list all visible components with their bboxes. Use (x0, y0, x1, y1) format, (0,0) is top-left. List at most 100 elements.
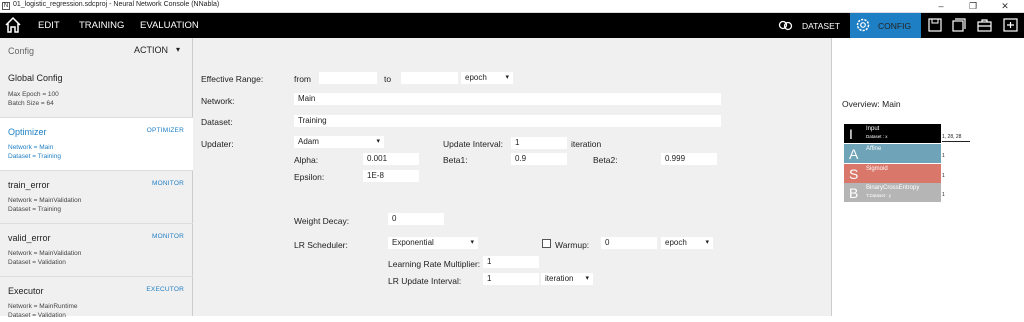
range-unit-select[interactable]: epoch ▾ (461, 72, 513, 84)
update-interval-unit: iteration (571, 139, 602, 149)
dataset-icon[interactable] (778, 19, 794, 32)
home-icon[interactable] (4, 16, 22, 34)
lr-scheduler-select[interactable]: Exponential ▾ (388, 237, 478, 249)
config-button[interactable]: CONFIG (850, 13, 921, 38)
sidebar-item-detail: Batch Size = 64 (8, 100, 54, 107)
network-label: Network: (201, 96, 235, 106)
warmup-input[interactable]: 0 (601, 237, 657, 249)
menu-training[interactable]: TRAINING (79, 20, 124, 31)
maximize-button[interactable]: ❐ (958, 0, 988, 12)
menu-dataset[interactable]: DATASET (802, 21, 840, 31)
window-title: 01_logistic_regression.sdcproj - Neural … (13, 1, 220, 8)
sidebar-item-detail: Dataset = Training (8, 206, 61, 213)
menu-edit[interactable]: EDIT (38, 20, 60, 31)
warmup-checkbox[interactable] (542, 239, 551, 248)
dataset-input[interactable]: Training (294, 115, 721, 127)
sidebar-item-name: Global Config (8, 73, 63, 83)
updater-label: Updater: (201, 139, 234, 149)
sidebar-item-tag: OPTIMIZER (146, 127, 184, 134)
layer-name: Input (866, 126, 880, 132)
sidebar-item-valid-error[interactable]: valid_error MONITOR Network = MainValida… (0, 224, 193, 277)
warmup-unit-select[interactable]: epoch ▾ (661, 237, 713, 249)
beta2-input[interactable]: 0.999 (661, 153, 717, 165)
save-icon[interactable] (928, 18, 942, 32)
layer-output-shape: 1 (942, 153, 945, 159)
config-sidebar: Config ACTION ▾ Global Config Max Epoch … (0, 38, 193, 319)
chevron-down-icon: ▾ (705, 239, 709, 246)
sidebar-title: Config (8, 46, 35, 56)
menubar: EDIT TRAINING EVALUATION DATASET CONFIG (0, 13, 1024, 38)
sidebar-item-executor[interactable]: Executor EXECUTOR Network = MainRuntime … (0, 277, 193, 322)
beta1-input[interactable]: 0.9 (511, 153, 567, 165)
alpha-input[interactable]: 0.001 (363, 153, 419, 165)
weight-decay-label: Weight Decay: (294, 216, 350, 226)
beta2-label: Beta2: (593, 155, 618, 165)
config-label: CONFIG (878, 21, 912, 31)
save-as-icon[interactable] (952, 18, 966, 32)
from-label: from (294, 74, 311, 84)
lr-update-interval-unit-select[interactable]: iteration ▾ (541, 273, 593, 285)
beta1-label: Beta1: (443, 155, 468, 165)
layer-binary-cross-entropy[interactable]: B BinaryCrossEntropy T.Dataset : y (844, 183, 941, 202)
briefcase-icon[interactable] (977, 18, 992, 32)
layer-name: Sigmoid (866, 166, 888, 172)
epsilon-input[interactable]: 1E-8 (363, 170, 419, 182)
range-from-input[interactable] (319, 72, 377, 84)
close-button[interactable]: ✕ (990, 0, 1020, 12)
layer-sub: T.Dataset : y (866, 193, 892, 198)
menu-evaluation[interactable]: EVALUATION (140, 20, 199, 31)
action-menu-button[interactable]: ACTION (134, 45, 168, 55)
effective-range-label: Effective Range: (201, 74, 264, 84)
sidebar-item-detail: Network = MainValidation (8, 197, 82, 204)
chevron-down-icon: ▾ (505, 74, 509, 81)
lr-multiplier-label: Learning Rate Multiplier: (388, 259, 481, 269)
layer-output-shape: 1 (942, 192, 945, 198)
lr-update-interval-unit-value: iteration (545, 274, 574, 283)
layer-letter: A (849, 146, 859, 162)
sidebar-item-detail: Network = MainRuntime (8, 303, 78, 310)
updater-select[interactable]: Adam ▾ (294, 136, 384, 148)
sidebar-item-optimizer[interactable]: Optimizer OPTIMIZER Network = Main Datas… (0, 118, 193, 171)
sidebar-item-name: train_error (8, 180, 50, 190)
gear-icon (856, 18, 870, 32)
connector-line (942, 141, 970, 142)
sidebar-item-detail: Dataset = Training (8, 153, 61, 160)
lr-update-interval-label: LR Update Interval: (388, 276, 462, 286)
warmup-unit-value: epoch (665, 238, 687, 247)
optimizer-form: Effective Range: from to epoch ▾ Network… (193, 38, 831, 316)
updater-value: Adam (298, 137, 319, 146)
chevron-down-icon[interactable]: ▾ (176, 45, 180, 54)
update-interval-input[interactable]: 1 (511, 137, 567, 149)
fullscreen-icon[interactable] (1003, 18, 1018, 32)
sidebar-item-name: valid_error (8, 233, 51, 243)
sidebar-item-detail: Dataset = Validation (8, 259, 66, 266)
lr-scheduler-label: LR Scheduler: (294, 240, 348, 250)
minimize-button[interactable]: – (926, 0, 956, 12)
sidebar-item-detail: Network = Main (8, 144, 54, 151)
layer-sigmoid[interactable]: S Sigmoid (844, 164, 941, 183)
layer-affine[interactable]: A Affine (844, 144, 941, 163)
to-label: to (384, 74, 392, 84)
weight-decay-input[interactable]: 0 (388, 213, 444, 225)
sidebar-item-train-error[interactable]: train_error MONITOR Network = MainValida… (0, 171, 193, 224)
range-unit-value: epoch (465, 73, 487, 82)
sidebar-item-global-config[interactable]: Global Config Max Epoch = 100 Batch Size… (0, 65, 193, 118)
network-input[interactable]: Main (294, 93, 721, 105)
range-to-input[interactable] (401, 72, 458, 84)
lr-scheduler-value: Exponential (392, 238, 434, 247)
chevron-down-icon: ▾ (470, 239, 474, 246)
layer-output-shape: 1 (942, 173, 945, 179)
app-icon: N (2, 2, 10, 10)
chevron-down-icon: ▾ (376, 138, 380, 145)
sidebar-item-name: Executor (8, 286, 44, 296)
layer-letter: S (849, 166, 859, 182)
overview-title: Overview: Main (842, 99, 901, 109)
sidebar-item-tag: MONITOR (152, 233, 184, 240)
layer-input[interactable]: I Input Dataset : x (844, 124, 941, 143)
lr-update-interval-input[interactable]: 1 (483, 273, 539, 285)
sidebar-item-detail: Max Epoch = 100 (8, 91, 59, 98)
update-interval-label: Update Interval: (443, 139, 504, 149)
layer-sub: Dataset : x (866, 134, 888, 139)
sidebar-item-tag: MONITOR (152, 180, 184, 187)
lr-multiplier-input[interactable]: 1 (483, 256, 539, 268)
